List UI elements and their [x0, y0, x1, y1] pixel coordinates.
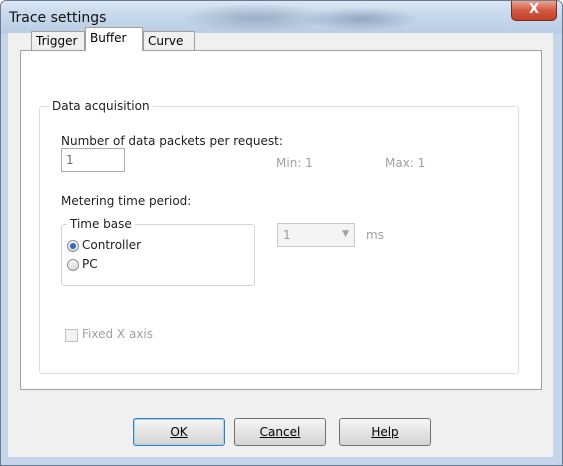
data-acquisition-title: Data acquisition: [49, 99, 153, 113]
tab-trigger[interactable]: Trigger: [31, 31, 85, 50]
radio-label: Controller: [82, 238, 142, 252]
radio-button[interactable]: [67, 259, 79, 271]
period-value: 1: [283, 228, 291, 242]
packets-input[interactable]: [61, 148, 125, 172]
metering-label: Metering time period:: [61, 194, 192, 208]
titlebar-glow: [301, 7, 421, 31]
tab-label: Curve: [148, 34, 184, 48]
tab-panel-buffer: Data acquisition Number of data packets …: [20, 50, 542, 390]
packets-label: Number of data packets per request:: [61, 134, 283, 148]
cancel-button[interactable]: Cancel: [234, 418, 326, 446]
help-button[interactable]: Help: [339, 418, 431, 446]
close-icon: X: [528, 2, 540, 17]
time-base-title: Time base: [67, 217, 135, 231]
chevron-down-icon: ▼: [342, 229, 349, 239]
radio-button[interactable]: [67, 240, 79, 252]
fixed-x-axis-label: Fixed X axis: [82, 327, 153, 341]
period-dropdown[interactable]: 1 ▼: [277, 223, 355, 247]
tab-curve[interactable]: Curve: [143, 31, 195, 50]
checkbox-box[interactable]: [65, 329, 78, 342]
tab-label: Trigger: [36, 34, 78, 48]
max-label: Max: 1: [385, 156, 426, 170]
radio-label: PC: [82, 257, 98, 271]
ok-button[interactable]: OK: [133, 418, 225, 446]
period-unit: ms: [366, 228, 384, 242]
tab-label: Buffer: [90, 31, 127, 45]
time-base-group: [61, 224, 255, 286]
close-button[interactable]: X: [511, 1, 557, 21]
tab-buffer[interactable]: Buffer: [85, 27, 143, 51]
min-label: Min: 1: [276, 156, 313, 170]
window-title: Trace settings: [9, 10, 107, 26]
